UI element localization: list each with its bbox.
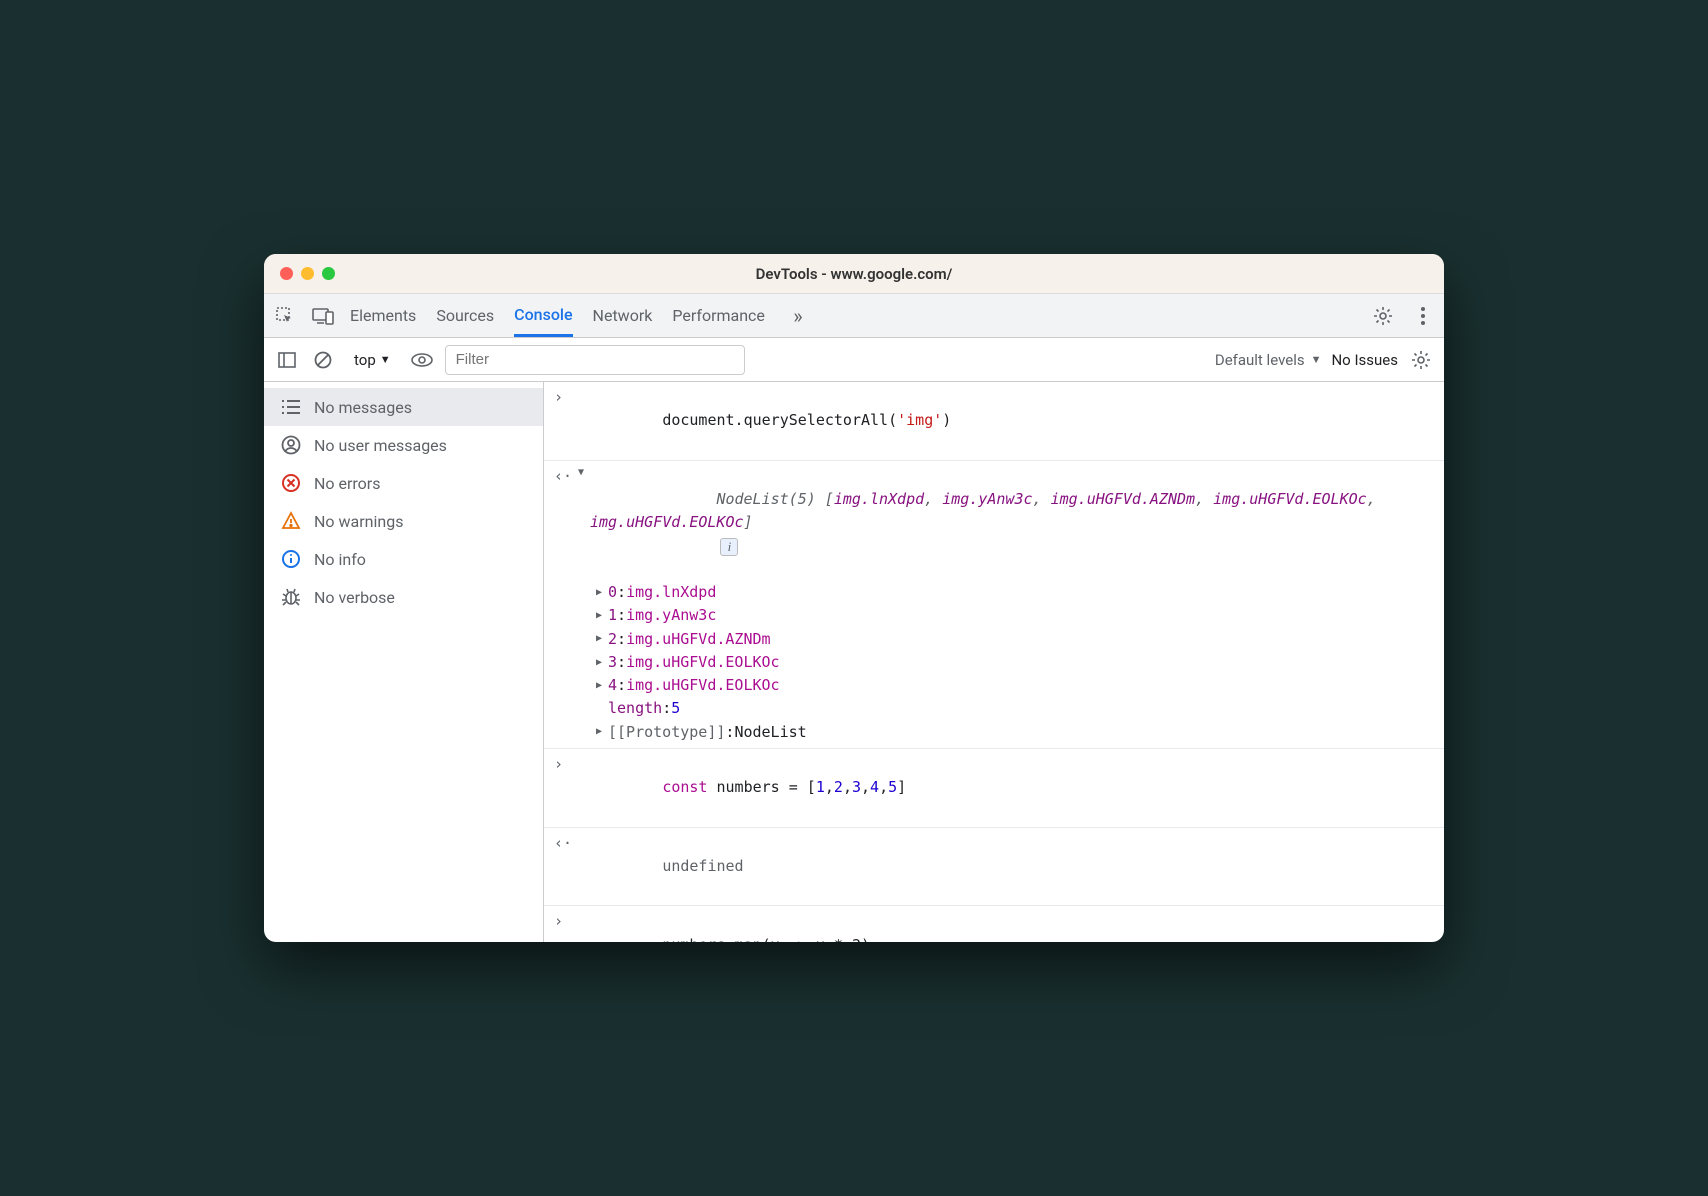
code-text: numbers.map(x => x * 2) bbox=[662, 936, 870, 943]
sidebar-label: No messages bbox=[314, 398, 412, 417]
code-text: document.querySelectorAll( bbox=[662, 411, 897, 429]
bracket: ] bbox=[744, 513, 753, 531]
input-marker-icon: › bbox=[554, 753, 572, 776]
nodelist-element[interactable]: img.yAnw3c bbox=[626, 604, 716, 627]
code-string: 'img' bbox=[897, 411, 942, 429]
sidebar-label: No warnings bbox=[314, 512, 403, 531]
error-icon bbox=[280, 472, 302, 494]
list-icon bbox=[280, 396, 302, 418]
nodelist-element[interactable]: img.uHGFVd.EOLKOc bbox=[626, 674, 780, 697]
live-expression-icon[interactable] bbox=[409, 347, 435, 373]
kebab-menu-icon[interactable] bbox=[1410, 303, 1436, 329]
console-output-row: ‹· undefined bbox=[544, 828, 1444, 907]
console-input-row: › numbers.map(x => x * 2) bbox=[544, 906, 1444, 942]
toggle-sidebar-icon[interactable] bbox=[274, 347, 300, 373]
window-title: DevTools - www.google.com/ bbox=[264, 265, 1444, 283]
sidebar-item-warnings[interactable]: No warnings bbox=[264, 502, 543, 540]
device-toolbar-icon[interactable] bbox=[310, 303, 336, 329]
titlebar: DevTools - www.google.com/ bbox=[264, 254, 1444, 294]
property-name: length bbox=[608, 697, 662, 720]
nodelist-item[interactable]: img.uHGFVd.EOLKOc bbox=[590, 513, 744, 531]
property-name: [[Prototype]] bbox=[608, 721, 725, 744]
sidebar-item-messages[interactable]: No messages bbox=[264, 388, 543, 426]
index: 0 bbox=[608, 581, 617, 604]
settings-gear-icon[interactable] bbox=[1370, 303, 1396, 329]
expand-caret-icon[interactable] bbox=[590, 724, 608, 740]
context-selector[interactable]: top ▼ bbox=[346, 347, 399, 373]
console-input-row: › document.querySelectorAll('img') bbox=[544, 382, 1444, 461]
expand-caret-icon[interactable] bbox=[590, 585, 608, 601]
nodelist-element[interactable]: img.uHGFVd.EOLKOc bbox=[626, 651, 780, 674]
tab-console[interactable]: Console bbox=[514, 294, 572, 337]
sidebar-item-verbose[interactable]: No verbose bbox=[264, 578, 543, 616]
tab-performance[interactable]: Performance bbox=[672, 294, 765, 337]
code-text: ) bbox=[942, 411, 951, 429]
code-keyword: const bbox=[662, 778, 707, 796]
undefined-result: undefined bbox=[662, 857, 743, 875]
sidebar-item-info[interactable]: No info bbox=[264, 540, 543, 578]
warning-icon bbox=[280, 510, 302, 532]
nodelist-item[interactable]: img.uHGFVd.AZNDm bbox=[1051, 490, 1196, 508]
traffic-lights bbox=[264, 267, 335, 280]
tab-elements[interactable]: Elements bbox=[350, 294, 416, 337]
filter-input[interactable] bbox=[445, 345, 745, 375]
close-window-button[interactable] bbox=[280, 267, 293, 280]
sidebar-item-user-messages[interactable]: No user messages bbox=[264, 426, 543, 464]
index: 3 bbox=[608, 651, 617, 674]
index: 4 bbox=[608, 674, 617, 697]
index: 2 bbox=[608, 628, 617, 651]
bracket: [ bbox=[816, 490, 834, 508]
console-settings-gear-icon[interactable] bbox=[1408, 347, 1434, 373]
chevron-down-icon: ▼ bbox=[380, 353, 391, 366]
console-toolbar: top ▼ Default levels ▼ No Issues bbox=[264, 338, 1444, 382]
tabbar: Elements Sources Console Network Perform… bbox=[264, 294, 1444, 338]
log-levels-selector[interactable]: Default levels ▼ bbox=[1215, 351, 1322, 369]
tab-sources[interactable]: Sources bbox=[436, 294, 494, 337]
maximize-window-button[interactable] bbox=[322, 267, 335, 280]
console-output: › document.querySelectorAll('img') ‹· No… bbox=[544, 382, 1444, 942]
output-marker-icon: ‹· bbox=[554, 465, 572, 488]
bug-icon bbox=[280, 586, 302, 608]
user-icon bbox=[280, 434, 302, 456]
sidebar-item-errors[interactable]: No errors bbox=[264, 464, 543, 502]
console-input-row: › const numbers = [1,2,3,4,5] bbox=[544, 749, 1444, 828]
inspect-element-icon[interactable] bbox=[272, 303, 298, 329]
nodelist-element[interactable]: img.uHGFVd.AZNDm bbox=[626, 628, 771, 651]
more-tabs-icon[interactable]: » bbox=[785, 303, 811, 329]
nodelist-item[interactable]: img.uHGFVd.EOLKOc bbox=[1213, 490, 1367, 508]
sidebar-label: No errors bbox=[314, 474, 380, 493]
minimize-window-button[interactable] bbox=[301, 267, 314, 280]
info-badge-icon[interactable]: i bbox=[720, 538, 738, 556]
expand-caret-icon[interactable] bbox=[590, 608, 608, 624]
tab-network[interactable]: Network bbox=[593, 294, 653, 337]
issues-text[interactable]: No Issues bbox=[1331, 351, 1398, 369]
expand-caret-icon[interactable] bbox=[572, 465, 590, 581]
output-marker-icon: ‹· bbox=[554, 832, 572, 855]
sidebar-label: No verbose bbox=[314, 588, 395, 607]
nodelist-item[interactable]: img.lnXdpd bbox=[834, 490, 924, 508]
input-marker-icon: › bbox=[554, 386, 572, 409]
nodelist-header: NodeList(5) bbox=[716, 490, 815, 508]
property-value[interactable]: NodeList bbox=[734, 721, 806, 744]
sidebar-label: No user messages bbox=[314, 436, 447, 455]
console-output-row: ‹· NodeList(5) [img.lnXdpd, img.yAnw3c, … bbox=[544, 461, 1444, 749]
levels-label: Default levels bbox=[1215, 351, 1305, 369]
chevron-down-icon: ▼ bbox=[1311, 353, 1322, 366]
sidebar: No messages No user messages No errors N… bbox=[264, 382, 544, 942]
info-icon bbox=[280, 548, 302, 570]
nodelist-element[interactable]: img.lnXdpd bbox=[626, 581, 716, 604]
devtools-window: DevTools - www.google.com/ Elements Sour… bbox=[264, 254, 1444, 942]
expand-caret-icon[interactable] bbox=[590, 631, 608, 647]
input-marker-icon: › bbox=[554, 910, 572, 933]
expand-caret-icon[interactable] bbox=[590, 678, 608, 694]
context-label: top bbox=[354, 351, 376, 369]
property-value: 5 bbox=[671, 697, 680, 720]
main-area: No messages No user messages No errors N… bbox=[264, 382, 1444, 942]
expand-caret-icon[interactable] bbox=[590, 655, 608, 671]
nodelist-item[interactable]: img.yAnw3c bbox=[942, 490, 1032, 508]
index: 1 bbox=[608, 604, 617, 627]
sidebar-label: No info bbox=[314, 550, 366, 569]
clear-console-icon[interactable] bbox=[310, 347, 336, 373]
